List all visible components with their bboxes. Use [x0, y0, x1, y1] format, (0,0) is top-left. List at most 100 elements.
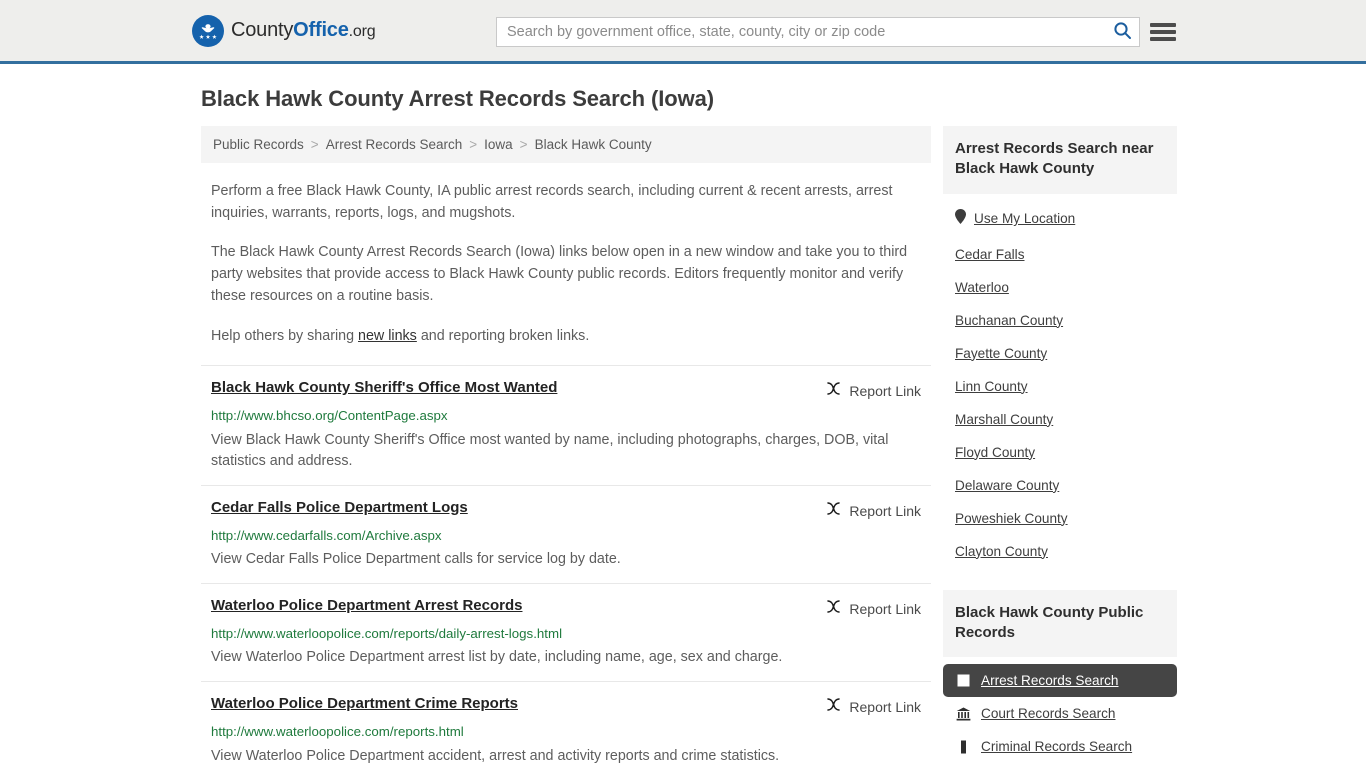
sidebar-item-court-records-search[interactable]: Court Records Search: [943, 697, 1177, 730]
brand-wordmark: CountyOffice.org: [231, 19, 376, 42]
sidebar-nearby-link[interactable]: Fayette County: [955, 346, 1047, 361]
sidebar-nearby-link[interactable]: Marshall County: [955, 412, 1053, 427]
site-logo[interactable]: CountyOffice.org: [192, 14, 376, 47]
sidebar-item-use-my-location[interactable]: Use My Location: [943, 200, 1177, 238]
broken-link-icon: [825, 500, 842, 522]
intro-paragraph-3: Help others by sharing new links and rep…: [211, 326, 921, 348]
search-input[interactable]: [497, 18, 1105, 46]
sidebar-public-records-heading: Black Hawk County Public Records: [943, 589, 1177, 657]
sidebar-nearby-link[interactable]: Delaware County: [955, 478, 1059, 493]
sidebar-item-criminal-records-search[interactable]: Criminal Records Search: [943, 730, 1177, 763]
breadcrumb: Public Records > Arrest Records Search >…: [201, 126, 931, 163]
result-description: View Waterloo Police Department arrest l…: [211, 649, 783, 666]
sidebar-public-records-label[interactable]: Court Records Search: [981, 706, 1115, 721]
broken-link-icon: [825, 598, 842, 620]
sidebar-item-buchanan-county[interactable]: Buchanan County: [943, 304, 1177, 337]
report-link-label: Report Link: [849, 698, 921, 715]
sidebar-item-fayette-county[interactable]: Fayette County: [943, 337, 1177, 370]
result-title-link[interactable]: Waterloo Police Department Crime Reports: [211, 695, 518, 714]
menu-bar-2: [1150, 30, 1176, 34]
result-url: http://www.cedarfalls.com/Archive.aspx: [211, 527, 442, 543]
breadcrumb-separator: >: [519, 137, 528, 152]
broken-link-icon: [825, 380, 842, 402]
breadcrumb-item-iowa[interactable]: Iowa: [484, 137, 513, 152]
sidebar-nearby-list: Use My Location Cedar Falls Waterloo Buc…: [943, 194, 1177, 570]
report-link-label: Report Link: [849, 600, 921, 617]
result-header: Cedar Falls Police Department Logs Repor…: [211, 499, 921, 522]
eagle-stars-seal-icon: [192, 14, 224, 47]
results-list: Black Hawk County Sheriff's Office Most …: [201, 365, 931, 768]
broken-link-icon: [825, 696, 842, 718]
sidebar-item-arrest-records-search[interactable]: Arrest Records Search: [943, 664, 1177, 697]
content-container: Public Records > Arrest Records Search >…: [193, 126, 1177, 768]
result-header: Waterloo Police Department Crime Reports…: [211, 695, 921, 718]
new-links-link[interactable]: new links: [358, 328, 417, 344]
menu-bar-1: [1150, 23, 1176, 27]
result-header: Black Hawk County Sheriff's Office Most …: [211, 379, 921, 402]
result-item: Black Hawk County Sheriff's Office Most …: [201, 365, 931, 484]
sidebar-nearby-link[interactable]: Poweshiek County: [955, 511, 1068, 526]
sidebar-item-cedar-falls[interactable]: Cedar Falls: [943, 238, 1177, 271]
report-link-button[interactable]: Report Link: [825, 499, 921, 522]
result-description: View Waterloo Police Department accident…: [211, 747, 780, 764]
sidebar-item-waterloo[interactable]: Waterloo: [943, 271, 1177, 304]
result-item: Waterloo Police Department Crime Reports…: [201, 680, 931, 768]
sidebar-nearby-link[interactable]: Floyd County: [955, 445, 1035, 460]
result-url: http://www.bhcso.org/ContentPage.aspx: [211, 408, 448, 424]
result-item: Cedar Falls Police Department Logs Repor…: [201, 484, 931, 583]
brand-part-tld: .org: [348, 23, 376, 40]
result-title-link[interactable]: Black Hawk County Sheriff's Office Most …: [211, 379, 557, 398]
sidebar-nearby-link[interactable]: Buchanan County: [955, 313, 1063, 328]
sidebar-item-clayton-county[interactable]: Clayton County: [943, 535, 1177, 568]
result-item: Waterloo Police Department Arrest Record…: [201, 582, 931, 681]
sidebar-public-records-list: Arrest Records Search Court Records Sear…: [943, 664, 1177, 763]
report-link-button[interactable]: Report Link: [825, 695, 921, 718]
sidebar-public-records-label[interactable]: Arrest Records Search: [981, 673, 1119, 688]
search-button[interactable]: [1105, 18, 1139, 46]
breadcrumb-item-public-records[interactable]: Public Records: [213, 137, 304, 152]
intro-section: Perform a free Black Hawk County, IA pub…: [201, 181, 931, 347]
sidebar-nearby-link[interactable]: Linn County: [955, 379, 1028, 394]
sidebar-nearby-link[interactable]: Cedar Falls: [955, 247, 1025, 262]
report-link-button[interactable]: Report Link: [825, 597, 921, 620]
sidebar-nearby-heading: Arrest Records Search near Black Hawk Co…: [943, 126, 1177, 194]
breadcrumb-item-black-hawk-county: Black Hawk County: [534, 137, 652, 152]
arrest-record-icon: [955, 674, 971, 687]
report-link-label: Report Link: [849, 502, 921, 519]
brand-part-office: Office: [293, 19, 349, 41]
report-link-label: Report Link: [849, 383, 921, 400]
result-url: http://www.waterloopolice.com/reports.ht…: [211, 723, 464, 739]
intro-p3-after: and reporting broken links.: [416, 327, 590, 344]
result-url: http://www.waterloopolice.com/reports/da…: [211, 625, 563, 641]
sidebar-nearby-link[interactable]: Waterloo: [955, 280, 1009, 295]
sidebar-item-delaware-county[interactable]: Delaware County: [943, 469, 1177, 502]
site-header: CountyOffice.org: [0, 0, 1366, 64]
intro-p3-before: Help others by sharing: [211, 327, 359, 344]
sidebar-item-floyd-county[interactable]: Floyd County: [943, 436, 1177, 469]
menu-bar-3: [1150, 37, 1176, 41]
search-icon: [1113, 21, 1132, 43]
sidebar-item-marshall-county[interactable]: Marshall County: [943, 403, 1177, 436]
courthouse-icon: [955, 707, 971, 721]
sidebar: Arrest Records Search near Black Hawk Co…: [943, 126, 1177, 763]
intro-paragraph-1: Perform a free Black Hawk County, IA pub…: [211, 183, 893, 221]
breadcrumb-item-arrest-records-search[interactable]: Arrest Records Search: [326, 137, 463, 152]
main-column: Public Records > Arrest Records Search >…: [201, 126, 931, 768]
hamburger-menu-icon[interactable]: [1150, 19, 1176, 45]
sidebar-item-poweshiek-county[interactable]: Poweshiek County: [943, 502, 1177, 535]
page-title: Black Hawk County Arrest Records Search …: [201, 86, 714, 111]
sidebar-public-records-block: Black Hawk County Public Records Arrest …: [943, 589, 1177, 764]
sidebar-public-records-label[interactable]: Criminal Records Search: [981, 739, 1132, 754]
breadcrumb-separator: >: [310, 137, 319, 152]
document-icon: [955, 740, 971, 754]
result-title-link[interactable]: Cedar Falls Police Department Logs: [211, 499, 468, 518]
breadcrumb-separator: >: [469, 137, 478, 152]
sidebar-nearby-link[interactable]: Use My Location: [974, 211, 1075, 226]
map-pin-icon: [955, 208, 966, 229]
report-link-button[interactable]: Report Link: [825, 379, 921, 402]
page-body: Public Records > Arrest Records Search >…: [0, 126, 1366, 768]
sidebar-item-linn-county[interactable]: Linn County: [943, 370, 1177, 403]
brand-part-county: County: [231, 19, 294, 41]
result-title-link[interactable]: Waterloo Police Department Arrest Record…: [211, 597, 522, 616]
sidebar-nearby-link[interactable]: Clayton County: [955, 544, 1048, 559]
